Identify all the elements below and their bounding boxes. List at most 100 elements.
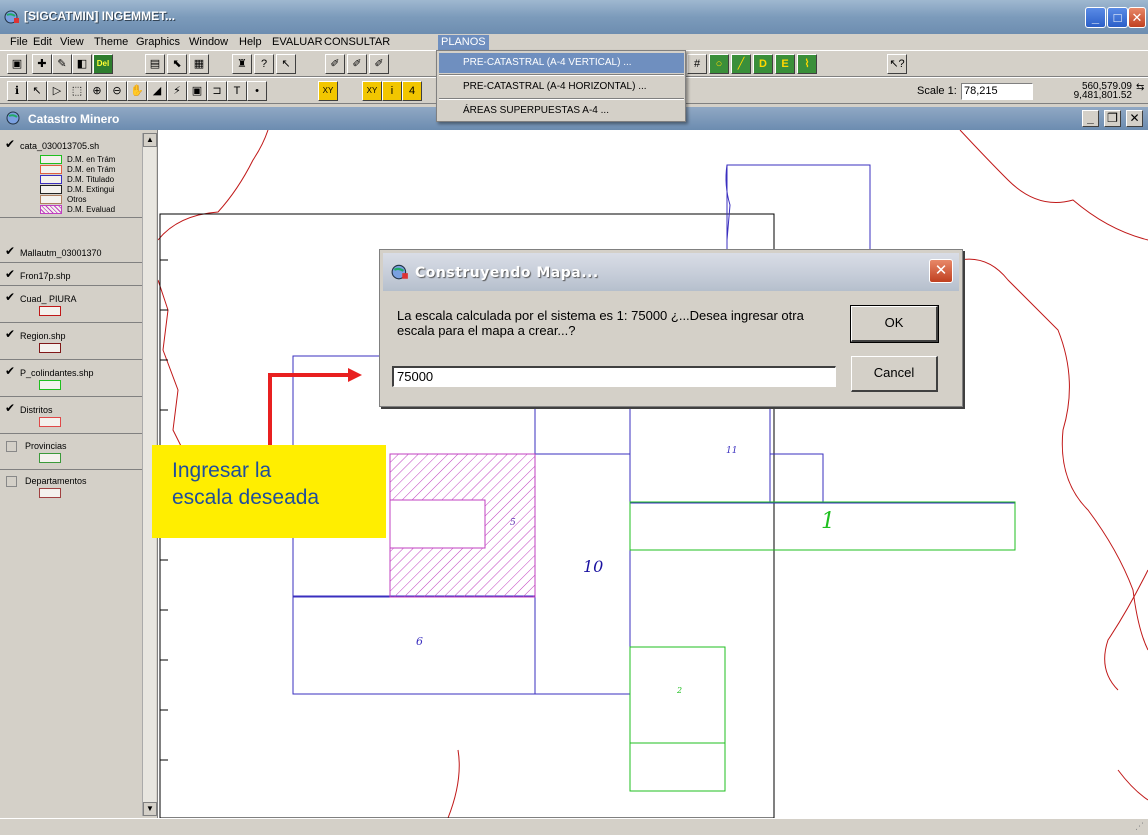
dialog-title: Construyendo Mapa... [415, 265, 599, 281]
edit-tool-1-icon[interactable]: ✐ [325, 54, 345, 74]
parcel-label: 11 [726, 446, 737, 456]
theme-name[interactable]: Mallautm_03001370 [20, 248, 102, 258]
minimize-button[interactable]: _ [1085, 7, 1106, 28]
grid-icon[interactable]: # [687, 54, 707, 74]
coords-arrows-icon: ⇆ [1136, 82, 1145, 93]
theme-checkbox[interactable]: ✔ [5, 402, 16, 414]
theme-name[interactable]: Region.shp [20, 331, 66, 341]
status-bar: ⋰ [0, 818, 1148, 835]
theme-checkbox[interactable]: ✔ [5, 365, 16, 377]
menu-planos[interactable]: PLANOS [438, 35, 489, 50]
menu-view[interactable]: View [60, 36, 84, 48]
legend-swatch [40, 155, 62, 164]
theme-checkbox[interactable] [6, 476, 17, 487]
tool-i-icon[interactable]: i [382, 81, 402, 101]
view-title: Catastro Minero [28, 112, 120, 126]
identify-icon[interactable]: ℹ [7, 81, 27, 101]
theme-name[interactable]: P_colindantes.shp [20, 368, 94, 378]
query-icon[interactable]: ? [254, 54, 274, 74]
theme-name[interactable]: Cuad_ PIURA [20, 294, 77, 304]
cancel-button[interactable]: Cancel [851, 356, 938, 392]
dialog-message: La escala calculada por el sistema es 1:… [397, 308, 804, 338]
tool-4-icon[interactable]: 4 [402, 81, 422, 101]
resize-grip-icon[interactable]: ⋰ [1135, 821, 1144, 832]
area-of-interest-icon[interactable]: ▣ [187, 81, 207, 101]
xy-tool-button[interactable]: XY [318, 81, 338, 101]
divider [0, 285, 142, 286]
scale-label: Scale 1: [917, 85, 957, 97]
theme-checkbox[interactable]: ✔ [5, 328, 16, 340]
line-tool-icon[interactable]: ╱ [731, 54, 751, 74]
legend-class-label: D.M. en Trám [67, 155, 116, 164]
menu-help[interactable]: Help [239, 36, 262, 48]
theme-name[interactable]: cata_030013705.sh [20, 141, 99, 151]
select-feature-icon[interactable]: ⬚ [67, 81, 87, 101]
arcview-globe-icon [4, 10, 19, 24]
build-map-dialog: Construyendo Mapa... ✕ La escala calcula… [379, 249, 963, 407]
select-icon[interactable]: ⬉ [167, 54, 187, 74]
scroll-down-icon[interactable]: ▼ [143, 802, 157, 816]
hotlink-icon[interactable]: ⚡ [167, 81, 187, 101]
theme-name[interactable]: Departamentos [25, 476, 87, 486]
theme-checkbox[interactable]: ✔ [5, 291, 16, 303]
divider [0, 262, 142, 263]
zoom-in-icon[interactable]: ⊕ [87, 81, 107, 101]
zoom-out-icon[interactable]: ⊖ [107, 81, 127, 101]
edit-legend-icon[interactable]: ◧ [72, 54, 92, 74]
legend-class-label: D.M. Titulado [67, 175, 115, 184]
theme-checkbox[interactable] [6, 441, 17, 452]
theme-checkbox[interactable]: ✔ [5, 245, 16, 257]
legend-swatch [39, 306, 61, 316]
view-restore-button[interactable]: ❐ [1104, 110, 1121, 127]
view-close-button[interactable]: ✕ [1126, 110, 1143, 127]
menu-item-precatastral-vertical[interactable]: PRE-CATASTRAL (A-4 VERTICAL) ... [439, 53, 684, 73]
menu-item-areas-superpuestas[interactable]: ÁREAS SUPERPUESTAS A-4 ... [439, 101, 684, 121]
scale-entry-field[interactable]: 75000 [392, 366, 836, 387]
edit-tool-2-icon[interactable]: ✐ [347, 54, 367, 74]
evaluated-claim-hole [389, 499, 486, 549]
pointer-icon[interactable]: ↖ [27, 81, 47, 101]
theme-checkbox[interactable]: ✔ [5, 268, 16, 280]
menu-graphics[interactable]: Graphics [136, 36, 180, 48]
menu-edit[interactable]: Edit [33, 36, 52, 48]
pan-icon[interactable]: ✋ [127, 81, 147, 101]
label-icon[interactable]: ⊐ [207, 81, 227, 101]
text-tool-icon[interactable]: T [227, 81, 247, 101]
locate-icon[interactable]: ↖ [276, 54, 296, 74]
edit-tool-3-icon[interactable]: ✐ [369, 54, 389, 74]
menu-evaluar[interactable]: EVALUAR [272, 36, 323, 48]
dialog-title-bar: Construyendo Mapa... ✕ [383, 253, 959, 291]
menu-item-precatastral-horizontal[interactable]: PRE-CATASTRAL (A-4 HORIZONTAL) ... [439, 77, 684, 97]
vertex-edit-icon[interactable]: ▷ [47, 81, 67, 101]
table-icon[interactable]: ▦ [189, 54, 209, 74]
chart-tool-icon[interactable]: ⌇ [797, 54, 817, 74]
dialog-close-button[interactable]: ✕ [929, 259, 953, 283]
view-minimize-button[interactable]: _ [1082, 110, 1099, 127]
save-icon[interactable]: ▣ [7, 54, 27, 74]
theme-checkbox[interactable]: ✔ [5, 138, 16, 150]
add-theme-icon[interactable]: ✚ [32, 54, 52, 74]
theme-name[interactable]: Distritos [20, 405, 53, 415]
scroll-up-icon[interactable]: ▲ [143, 133, 157, 147]
theme-name[interactable]: Provincias [25, 441, 67, 451]
scale-input[interactable]: 78,215 [961, 83, 1033, 100]
e-tool-icon[interactable]: E [775, 54, 795, 74]
menu-file[interactable]: File [10, 36, 28, 48]
theme-name[interactable]: Fron17p.shp [20, 271, 71, 281]
menu-window[interactable]: Window [189, 36, 228, 48]
measure-icon[interactable]: ◢ [147, 81, 167, 101]
draw-point-icon[interactable]: • [247, 81, 267, 101]
theme-properties-icon[interactable]: ✎ [52, 54, 72, 74]
close-button[interactable]: ✕ [1128, 7, 1146, 28]
xy-tool-2-icon[interactable]: XY [362, 81, 382, 101]
find-icon[interactable]: ♜ [232, 54, 252, 74]
d-tool-icon[interactable]: D [753, 54, 773, 74]
circle-tool-icon[interactable]: ○ [709, 54, 729, 74]
delete-button[interactable]: Del [93, 54, 113, 74]
open-theme-table-icon[interactable]: ▤ [145, 54, 165, 74]
menu-theme[interactable]: Theme [94, 36, 128, 48]
maximize-button[interactable]: □ [1107, 7, 1128, 28]
menu-consultar[interactable]: CONSULTAR [324, 36, 390, 48]
help-pointer-icon[interactable]: ↖? [887, 54, 907, 74]
ok-button[interactable]: OK [850, 305, 939, 343]
